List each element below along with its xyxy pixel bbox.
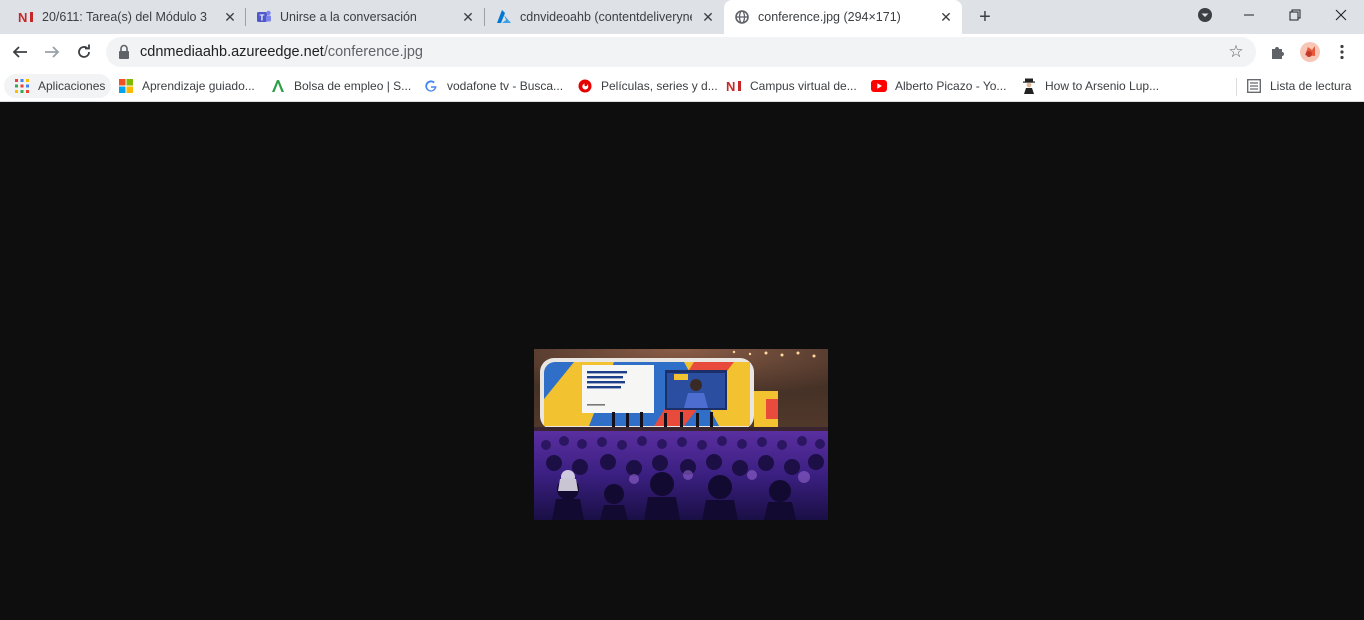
restore-button[interactable] xyxy=(1272,0,1318,30)
reading-list-label: Lista de lectura xyxy=(1270,79,1352,93)
arrow-right-icon xyxy=(45,46,60,58)
close-icon[interactable]: ✕ xyxy=(938,9,954,25)
forward-button[interactable] xyxy=(40,40,64,64)
close-icon xyxy=(1335,9,1347,21)
bookmark-item[interactable]: Aprendizaje guiado... xyxy=(118,74,255,98)
microsoft-icon xyxy=(118,78,134,94)
image-viewer xyxy=(0,103,1364,620)
close-icon[interactable]: ✕ xyxy=(460,9,476,25)
close-icon[interactable]: ✕ xyxy=(222,9,238,25)
bookmark-apps[interactable]: Aplicaciones xyxy=(4,74,112,98)
reading-list-icon xyxy=(1246,78,1262,94)
globe-icon xyxy=(734,9,750,25)
bookmark-label: Alberto Picazo - Yo... xyxy=(895,79,1007,93)
minimize-button[interactable] xyxy=(1226,0,1272,30)
person-icon xyxy=(1021,78,1037,94)
bookmark-label: Bolsa de empleo | S... xyxy=(294,79,412,93)
bookmark-label: How to Arsenio Lup... xyxy=(1045,79,1160,93)
bookmark-item[interactable]: Películas, series y d... xyxy=(577,74,718,98)
ni-icon: N xyxy=(726,78,742,94)
reading-list-button[interactable]: Lista de lectura xyxy=(1246,74,1351,98)
close-icon[interactable]: ✕ xyxy=(700,9,716,25)
apps-grid-icon xyxy=(14,78,30,94)
reload-button[interactable] xyxy=(72,40,96,64)
bookmark-item[interactable]: How to Arsenio Lup... xyxy=(1021,74,1159,98)
svg-text:T: T xyxy=(260,14,265,23)
tab-separator xyxy=(484,8,485,26)
bookmark-label: Aprendizaje guiado... xyxy=(142,79,255,93)
bookmark-item[interactable]: Bolsa de empleo | S... xyxy=(270,74,411,98)
url-path: /conference.jpg xyxy=(323,44,423,60)
bookmark-item[interactable]: vodafone tv - Busca... xyxy=(423,74,563,98)
arrow-left-icon xyxy=(12,46,27,58)
minimize-icon xyxy=(1244,14,1254,16)
tab-title: cdnvideoahb (contentdeliverynet xyxy=(520,10,692,24)
url-text[interactable]: cdnmediaahb.azureedge.net/conference.jpg xyxy=(140,44,423,60)
more-vert-icon xyxy=(1340,44,1344,60)
svg-text:N: N xyxy=(726,79,735,93)
address-bar[interactable]: cdnmediaahb.azureedge.net/conference.jpg… xyxy=(106,37,1256,67)
conference-photo xyxy=(534,349,828,520)
tab-search-button[interactable] xyxy=(1182,0,1228,30)
tab-title: conference.jpg (294×171) xyxy=(758,10,901,24)
lock-icon[interactable] xyxy=(118,44,130,60)
tab-azure[interactable]: cdnvideoahb (contentdeliverynet ✕ xyxy=(486,0,722,34)
tab-teams[interactable]: T Unirse a la conversación ✕ xyxy=(246,0,484,34)
tab-title: Unirse a la conversación xyxy=(280,10,417,24)
bookmark-label: Aplicaciones xyxy=(38,79,106,93)
google-icon xyxy=(423,78,439,94)
toolbar: cdnmediaahb.azureedge.net/conference.jpg… xyxy=(0,34,1364,70)
bookmark-label: vodafone tv - Busca... xyxy=(447,79,564,93)
bookmarks-divider xyxy=(1236,78,1237,96)
ni-icon: N xyxy=(18,9,34,25)
menu-button[interactable] xyxy=(1330,40,1354,64)
profile-button[interactable] xyxy=(1298,40,1322,64)
tab-title: 20/611: Tarea(s) del Módulo 3 xyxy=(42,10,207,24)
chevron-down-icon xyxy=(1198,8,1212,22)
new-tab-button[interactable]: + xyxy=(975,7,995,27)
teams-icon: T xyxy=(256,9,272,25)
svg-text:N: N xyxy=(18,10,27,24)
youtube-icon xyxy=(871,78,887,94)
bookmarks-bar: Aplicaciones Aprendizaje guiado... Bolsa… xyxy=(0,70,1364,102)
reload-icon xyxy=(78,44,90,58)
bookmark-label: Campus virtual de... xyxy=(750,79,857,93)
url-host: cdnmediaahb.azureedge.net xyxy=(140,44,324,60)
tab-strip: N 20/611: Tarea(s) del Módulo 3 ✕ T Unir… xyxy=(0,0,1364,34)
close-window-button[interactable] xyxy=(1318,0,1364,30)
vodafone-icon xyxy=(577,78,593,94)
extensions-button[interactable] xyxy=(1266,40,1290,64)
avatar xyxy=(1300,42,1320,62)
bookmark-label: Películas, series y d... xyxy=(601,79,718,93)
bookmark-star-icon[interactable]: ☆ xyxy=(1226,42,1246,62)
tab-conference[interactable]: conference.jpg (294×171) ✕ xyxy=(724,0,962,34)
green-a-icon xyxy=(270,78,286,94)
bookmark-item[interactable]: N Campus virtual de... xyxy=(726,74,857,98)
conference-image[interactable] xyxy=(534,349,828,520)
restore-icon xyxy=(1289,9,1301,21)
puzzle-icon xyxy=(1272,47,1284,59)
tab-modulo3[interactable]: N 20/611: Tarea(s) del Módulo 3 ✕ xyxy=(8,0,244,34)
back-button[interactable] xyxy=(8,40,32,64)
bookmark-item[interactable]: Alberto Picazo - Yo... xyxy=(871,74,1006,98)
azure-icon xyxy=(496,9,512,25)
